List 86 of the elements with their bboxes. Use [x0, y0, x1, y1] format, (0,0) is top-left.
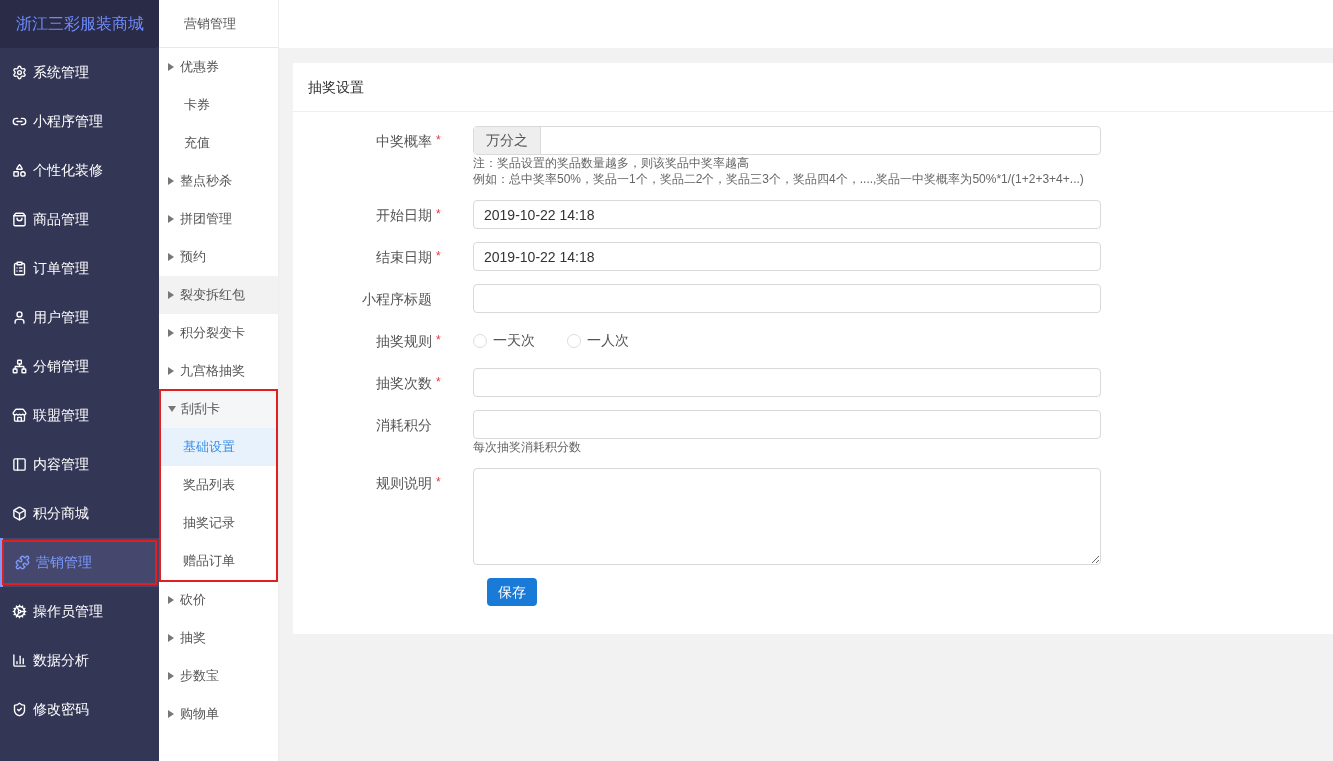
- submenu-title: 营销管理: [159, 0, 278, 48]
- probability-field[interactable]: 万分之: [473, 126, 1101, 155]
- nav-item[interactable]: 数据分析: [0, 636, 159, 685]
- nav-item[interactable]: 商品管理: [0, 195, 159, 244]
- input-field[interactable]: [473, 410, 1101, 439]
- submenu-group[interactable]: 九宫格抽奖: [159, 352, 278, 390]
- required-mark: *: [436, 206, 442, 223]
- bag-icon: [12, 212, 27, 227]
- nav-item[interactable]: 订单管理: [0, 244, 159, 293]
- hint-text: 例如：总中奖率50%，奖品一1个，奖品二2个，奖品三3个，奖品四4个，....,奖品一中奖概率为50%*1/(1+2+3+4+...): [473, 171, 1085, 187]
- panel-icon: [12, 457, 27, 472]
- hint-text: 每次抽奖消耗积分数: [473, 439, 582, 455]
- unit-addon: 万分之: [474, 127, 541, 154]
- caret-icon: [167, 215, 175, 223]
- field-label: 抽奖规则: [376, 332, 432, 351]
- cube-icon: [12, 506, 27, 521]
- nav-item[interactable]: 修改密码: [0, 685, 159, 734]
- puzzle-icon: [15, 555, 30, 570]
- field-label: 开始日期: [376, 206, 432, 225]
- clipboard-icon: [12, 261, 27, 276]
- required-mark: *: [436, 474, 442, 491]
- caret-icon: [167, 253, 175, 261]
- caret-icon: [167, 672, 175, 680]
- required-mark: *: [436, 248, 442, 265]
- submenu-item[interactable]: 充值: [159, 124, 278, 162]
- nav-item[interactable]: 联盟管理: [0, 391, 159, 440]
- field-label: 消耗积分: [376, 416, 432, 435]
- hint-text: 注：奖品设置的奖品数量越多，则该奖品中奖率越高: [473, 155, 750, 171]
- nav-item[interactable]: 内容管理: [0, 440, 159, 489]
- caret-icon: [168, 405, 176, 413]
- radio-option[interactable]: 一天次: [473, 330, 535, 351]
- caret-icon: [167, 596, 175, 604]
- submenu-group[interactable]: 拼团管理: [159, 200, 278, 238]
- required-mark: *: [436, 332, 442, 349]
- input-field[interactable]: 2019-10-22 14:18: [473, 200, 1101, 229]
- caret-icon: [167, 634, 175, 642]
- bar-chart-icon: [12, 653, 27, 668]
- required-mark: *: [436, 132, 442, 149]
- submenu-group[interactable]: 抽奖: [159, 619, 278, 657]
- shield-check-icon: [12, 702, 27, 717]
- settings-icon: [12, 65, 27, 80]
- submenu-item[interactable]: 抽奖记录: [160, 504, 277, 542]
- caret-icon: [167, 329, 175, 337]
- submenu-group[interactable]: 优惠券: [159, 48, 278, 86]
- required-mark: *: [436, 374, 442, 391]
- input-field[interactable]: 2019-10-22 14:18: [473, 242, 1101, 271]
- submenu-group[interactable]: 整点秒杀: [159, 162, 278, 200]
- input-field[interactable]: [473, 368, 1101, 397]
- submenu-group[interactable]: 砍价: [159, 581, 278, 619]
- nav-item[interactable]: 个性化装修: [0, 146, 159, 195]
- brand-name: 浙江三彩服装商城: [15, 14, 144, 34]
- nav-item[interactable]: 操作员管理: [0, 587, 159, 636]
- caret-icon: [167, 291, 175, 299]
- field-label: 小程序标题: [362, 290, 432, 309]
- caret-icon: [167, 367, 175, 375]
- nav-item[interactable]: 积分商城: [0, 489, 159, 538]
- submenu-group[interactable]: 购物单: [159, 695, 278, 733]
- shapes-icon: [12, 163, 27, 178]
- nav-item[interactable]: 小程序管理: [0, 97, 159, 146]
- submenu-item[interactable]: 赠品订单: [160, 542, 277, 580]
- input-field[interactable]: [473, 284, 1101, 313]
- card-title: 抽奖设置: [293, 63, 1333, 112]
- caret-icon: [167, 710, 175, 718]
- store-icon: [12, 408, 27, 423]
- user-icon: [12, 310, 27, 325]
- network-icon: [12, 359, 27, 374]
- field-label: 抽奖次数: [376, 374, 432, 393]
- submenu-group[interactable]: 预约: [159, 238, 278, 276]
- submenu-group[interactable]: 裂变拆红包: [159, 276, 278, 314]
- nav-item[interactable]: 用户管理: [0, 293, 159, 342]
- submenu-group[interactable]: 步数宝: [159, 657, 278, 695]
- nav-item[interactable]: 分销管理: [0, 342, 159, 391]
- radio-option[interactable]: 一人次: [567, 330, 629, 351]
- save-button[interactable]: 保存: [487, 578, 537, 606]
- caret-icon: [167, 63, 175, 71]
- field-label: 中奖概率: [376, 132, 432, 151]
- caret-icon: [167, 177, 175, 185]
- field-label: 规则说明: [376, 474, 432, 493]
- settings-icon: [12, 604, 27, 619]
- submenu-group[interactable]: 刮刮卡: [160, 390, 277, 428]
- submenu-item[interactable]: 卡券: [159, 86, 278, 124]
- textarea-field[interactable]: [473, 468, 1101, 565]
- submenu-group[interactable]: 积分裂变卡: [159, 314, 278, 352]
- submenu-item[interactable]: 奖品列表: [160, 466, 277, 504]
- field-label: 结束日期: [376, 248, 432, 267]
- nav-item[interactable]: 系统管理: [0, 48, 159, 97]
